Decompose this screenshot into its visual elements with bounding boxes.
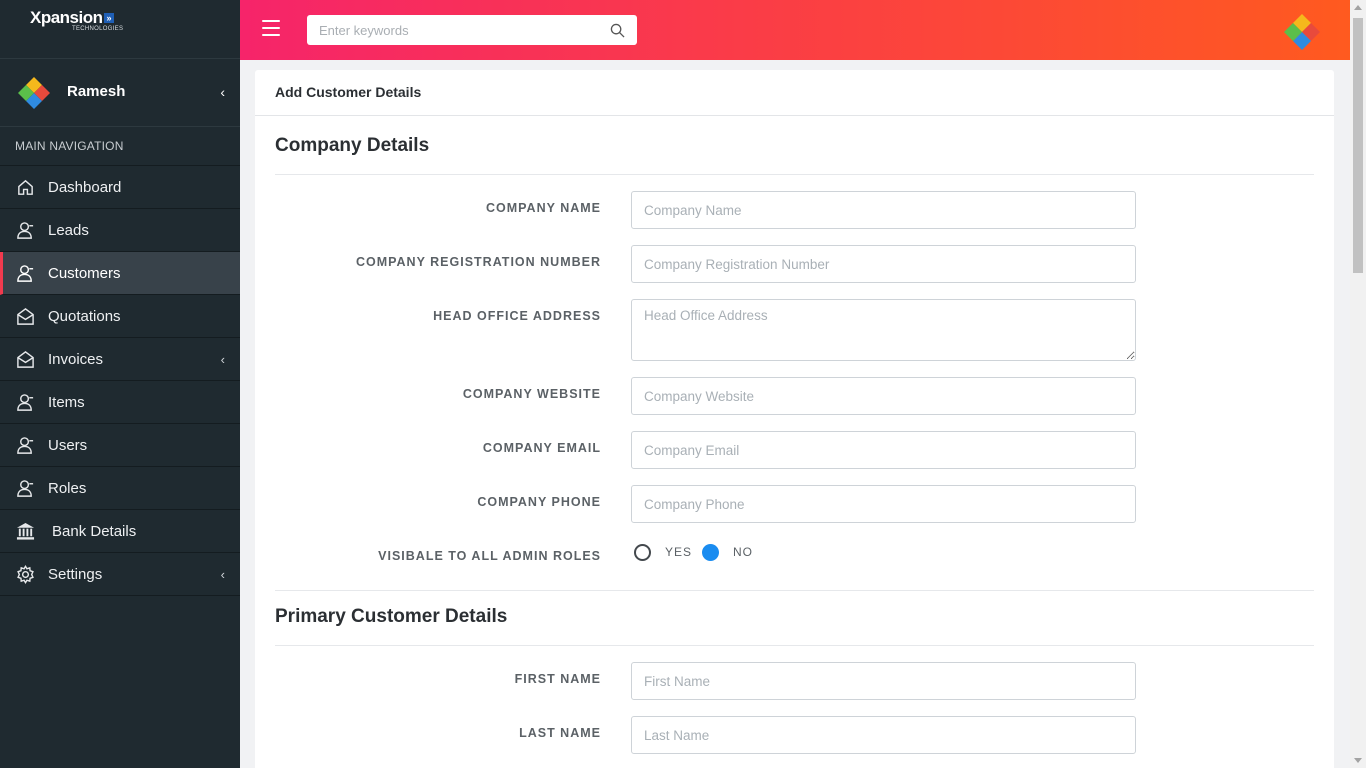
page-scrollbar[interactable] [1350,0,1366,768]
label-company-email: COMPANY EMAIL [482,441,601,455]
search-input[interactable] [307,15,597,45]
user-collapse-chevron-icon[interactable]: ‹ [220,84,225,100]
user-icon [17,437,34,454]
sidebar-item-label: Invoices [48,350,104,368]
sidebar-item-label: Roles [48,479,87,497]
company-website-input[interactable] [631,377,1136,415]
user-icon [17,394,34,411]
profile-logo-icon[interactable] [1282,11,1322,51]
scrollbar-thumb[interactable] [1353,18,1363,273]
sidebar-item-label: Dashboard [48,178,122,196]
sidebar-item-invoices[interactable]: Invoices ‹ [0,338,240,381]
sidebar-item-label: Items [48,393,85,411]
radio-no-label: NO [733,545,754,559]
divider [275,174,1314,175]
label-company-name: COMPANY NAME [485,201,601,215]
sidebar-item-dashboard[interactable]: Dashboard [0,166,240,209]
sidebar-item-label: Leads [48,221,89,239]
search-box [307,15,637,45]
label-last-name: LAST NAME [519,726,601,740]
gear-icon [17,565,34,584]
radio-yes[interactable] [634,543,651,561]
sidebar-item-label: Users [48,436,88,454]
label-company-phone: COMPANY PHONE [477,495,601,509]
sidebar-item-items[interactable]: Items [0,381,240,424]
user-panel[interactable]: Ramesh ‹ [0,59,240,127]
radio-no[interactable] [702,543,720,561]
registration-number-input[interactable] [631,245,1136,283]
user-icon [17,480,34,497]
section-title-primary-customer: Primary Customer Details [275,606,508,627]
divider [275,590,1314,591]
nav-title: MAIN NAVIGATION [0,127,240,166]
home-icon [18,179,33,195]
sidebar-item-quotations[interactable]: Quotations [0,295,240,338]
sidebar-item-users[interactable]: Users [0,424,240,467]
sidebar-item-label: Settings [48,565,103,583]
scroll-up-icon[interactable] [1354,5,1362,10]
label-registration-number: COMPANY REGISTRATION NUMBER [355,255,601,269]
search-icon[interactable] [610,23,625,38]
menu-toggle-icon[interactable] [262,20,280,36]
user-logo-icon [18,77,50,109]
brand-subtitle: TECHNOLOGIES [72,26,124,32]
label-head-office-address: HEAD OFFICE ADDRESS [433,309,601,323]
company-phone-input[interactable] [631,485,1136,523]
company-name-input[interactable] [631,191,1136,229]
brand-logo[interactable]: Xpansion» TECHNOLOGIES [0,0,240,59]
chevron-left-icon: ‹ [220,566,225,582]
sidebar: Xpansion» TECHNOLOGIES Ramesh ‹ MAIN NAV… [0,0,240,768]
sidebar-item-roles[interactable]: Roles [0,467,240,510]
user-icon [17,222,34,239]
section-title-company: Company Details [275,135,430,156]
sidebar-item-label: Quotations [48,307,121,325]
bank-icon [16,522,35,540]
sidebar-item-settings[interactable]: Settings ‹ [0,553,240,596]
scroll-down-icon[interactable] [1354,758,1362,763]
customer-form-card: Add Customer Details Company Details COM… [255,70,1334,768]
company-email-input[interactable] [631,431,1136,469]
last-name-input[interactable] [631,716,1136,754]
sidebar-item-leads[interactable]: Leads [0,209,240,252]
envelope-icon [17,351,34,368]
page-title: Add Customer Details [255,70,1334,116]
brand-badge: » [103,13,115,23]
top-header [240,0,1350,60]
brand-name: Xpansion [30,8,103,27]
sidebar-item-bank-details[interactable]: Bank Details [0,510,240,553]
chevron-left-icon: ‹ [220,351,225,367]
head-office-address-textarea[interactable] [631,299,1136,361]
sidebar-item-label: Bank Details [52,522,137,540]
radio-yes-label: YES [665,545,693,559]
sidebar-item-label: Customers [48,264,121,282]
envelope-icon [17,308,34,325]
visibility-radio-group: YES NO [634,543,763,561]
label-company-website: COMPANY WEBSITE [462,387,601,401]
first-name-input[interactable] [631,662,1136,700]
label-first-name: FIRST NAME [514,672,601,686]
sidebar-item-customers[interactable]: Customers [0,252,240,295]
label-visible-to-admin: VISIBALE TO ALL ADMIN ROLES [378,549,601,563]
divider [275,645,1314,646]
user-icon [17,265,34,282]
user-name: Ramesh [67,83,126,100]
